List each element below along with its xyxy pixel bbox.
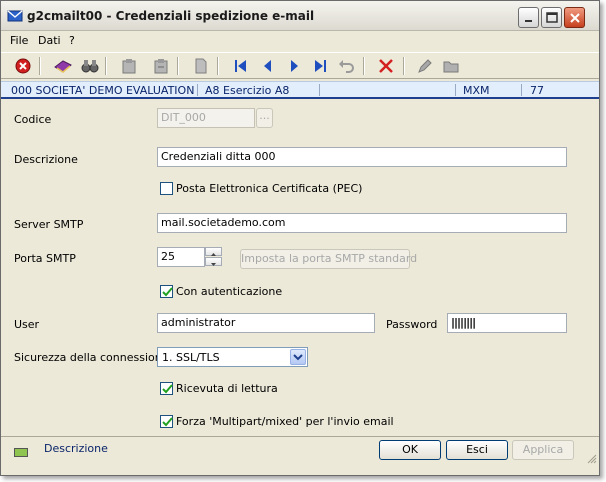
session-number: 77 bbox=[530, 84, 544, 97]
descrizione-label: Descrizione bbox=[14, 153, 78, 166]
toolbar-separator bbox=[217, 57, 219, 75]
first-record-button[interactable] bbox=[231, 56, 251, 76]
last-record-button[interactable] bbox=[310, 56, 330, 76]
prev-record-button[interactable] bbox=[258, 56, 278, 76]
binoculars-icon bbox=[81, 60, 99, 73]
security-selected-value: 1. SSL/TLS bbox=[162, 351, 220, 364]
app-icon bbox=[7, 10, 23, 22]
page-icon bbox=[195, 58, 207, 74]
delete-tool-button[interactable] bbox=[376, 56, 396, 76]
receipt-label: Ricevuta di lettura bbox=[176, 382, 278, 395]
book-icon bbox=[54, 60, 72, 73]
toolbar-separator bbox=[403, 57, 405, 75]
security-select[interactable]: 1. SSL/TLS bbox=[157, 347, 308, 367]
esci-button[interactable]: Esci bbox=[446, 440, 508, 460]
security-dropdown-button[interactable] bbox=[290, 349, 306, 365]
user-field[interactable]: administrator bbox=[157, 313, 375, 333]
toolbar-separator bbox=[177, 57, 179, 75]
menu-help[interactable]: ? bbox=[69, 34, 75, 47]
search-tool-button[interactable] bbox=[79, 56, 99, 76]
next-record-icon bbox=[291, 60, 298, 72]
stepper-up-button[interactable] bbox=[205, 247, 222, 256]
multipart-checkbox[interactable] bbox=[160, 415, 173, 428]
porta-smtp-field[interactable]: 25 bbox=[157, 247, 205, 267]
menu-dati[interactable]: Dati bbox=[38, 34, 61, 47]
password-label: Password bbox=[386, 318, 438, 331]
dialog-window: g2cmailt00 - Credenziali spedizione e-ma… bbox=[0, 0, 600, 476]
server-smtp-field[interactable]: mail.societademo.com bbox=[157, 213, 567, 233]
chevron-down-icon bbox=[293, 354, 303, 361]
page-tool-button[interactable] bbox=[191, 56, 211, 76]
company-status-bar: 000 SOCIETA' DEMO EVALUATION A8 Esercizi… bbox=[1, 81, 599, 99]
close-icon bbox=[570, 13, 580, 23]
user-label: User bbox=[14, 318, 40, 331]
clipboard-copy-icon bbox=[154, 59, 168, 74]
undo-tool-button[interactable] bbox=[336, 56, 356, 76]
user-code: MXM bbox=[463, 84, 490, 97]
minimize-icon bbox=[525, 20, 532, 22]
close-window-button[interactable] bbox=[564, 7, 585, 28]
fiscal-year: A8 Esercizio A8 bbox=[205, 84, 290, 97]
standard-port-button[interactable]: Imposta la porta SMTP standard bbox=[240, 249, 417, 269]
security-label: Sicurezza della connessione bbox=[14, 351, 169, 364]
codice-label: Codice bbox=[14, 113, 52, 126]
clipboard-tool-button[interactable] bbox=[119, 56, 139, 76]
auth-checkbox[interactable] bbox=[160, 285, 173, 298]
descrizione-field[interactable]: Credenziali ditta 000 bbox=[157, 147, 567, 167]
password-field[interactable]: |||||||| bbox=[447, 313, 567, 333]
prev-record-icon bbox=[264, 60, 271, 72]
edit-tool-button[interactable] bbox=[415, 56, 435, 76]
folder-tool-button[interactable] bbox=[441, 56, 461, 76]
porta-smtp-label: Porta SMTP bbox=[14, 252, 76, 265]
undo-icon bbox=[339, 60, 354, 73]
menu-file[interactable]: File bbox=[10, 34, 28, 47]
resize-grip-icon[interactable] bbox=[587, 454, 597, 464]
receipt-checkbox[interactable] bbox=[160, 382, 173, 395]
stepper-down-button[interactable] bbox=[205, 257, 222, 266]
pec-label: Posta Elettronica Certificata (PEC) bbox=[176, 182, 363, 195]
check-icon bbox=[162, 384, 173, 394]
toolbar bbox=[1, 52, 599, 79]
applica-button[interactable]: Applica bbox=[512, 440, 574, 460]
first-record-icon bbox=[235, 60, 246, 72]
porta-smtp-stepper[interactable] bbox=[205, 247, 222, 267]
title-bar[interactable]: g2cmailt00 - Credenziali spedizione e-ma… bbox=[1, 1, 599, 31]
maximize-button[interactable] bbox=[541, 7, 562, 28]
window-title: g2cmailt00 - Credenziali spedizione e-ma… bbox=[27, 9, 315, 23]
footer-description: Descrizione bbox=[44, 442, 108, 455]
delete-x-icon bbox=[379, 59, 393, 73]
footer-bar: Descrizione OK Esci Applica bbox=[1, 436, 599, 466]
codice-lookup-button[interactable]: ... bbox=[256, 108, 273, 128]
ok-button[interactable]: OK bbox=[379, 440, 441, 460]
menu-bar: File Dati ? bbox=[1, 31, 599, 50]
auth-label: Con autenticazione bbox=[176, 285, 283, 298]
pencil-icon bbox=[418, 59, 432, 73]
folder-icon bbox=[443, 61, 459, 73]
arrow-down-icon bbox=[211, 263, 216, 266]
company-name: 000 SOCIETA' DEMO EVALUATION bbox=[11, 84, 195, 97]
clipboard-icon bbox=[122, 59, 136, 74]
toolbar-separator bbox=[39, 57, 41, 75]
status-led-icon bbox=[14, 448, 28, 457]
book-tool-button[interactable] bbox=[52, 56, 72, 76]
pec-checkbox[interactable] bbox=[160, 182, 173, 195]
minimize-button[interactable] bbox=[518, 7, 539, 28]
next-record-button[interactable] bbox=[284, 56, 304, 76]
toolbar-separator bbox=[105, 57, 107, 75]
exit-tool-button[interactable] bbox=[13, 56, 33, 76]
check-icon bbox=[162, 287, 173, 297]
credentials-form: Codice DIT_000 ... Descrizione Credenzia… bbox=[1, 101, 599, 436]
toolbar-separator bbox=[363, 57, 365, 75]
server-smtp-label: Server SMTP bbox=[14, 218, 84, 231]
close-red-icon bbox=[15, 58, 31, 74]
codice-field[interactable]: DIT_000 bbox=[157, 108, 255, 128]
last-record-icon bbox=[315, 60, 326, 72]
clipboard-copy-tool-button[interactable] bbox=[151, 56, 171, 76]
check-icon bbox=[162, 417, 173, 427]
multipart-label: Forza 'Multipart/mixed' per l'invio emai… bbox=[176, 415, 394, 428]
maximize-icon bbox=[546, 12, 558, 23]
